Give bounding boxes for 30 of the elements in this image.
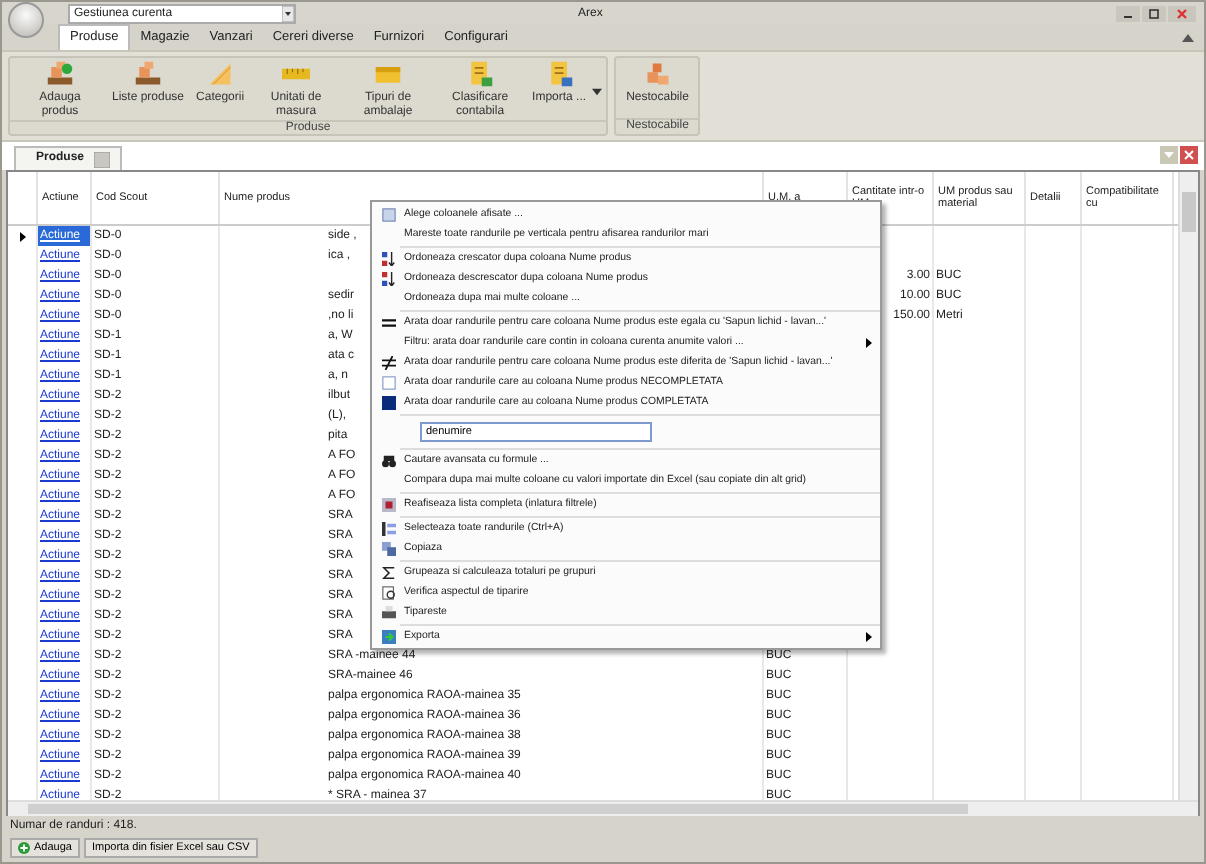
filled-square-icon	[381, 395, 395, 409]
dropdown-icon	[282, 5, 294, 21]
export-icon	[381, 629, 395, 643]
equals-icon	[381, 315, 395, 329]
boxes-icon	[132, 60, 165, 88]
sigma-icon	[381, 565, 395, 579]
vertical-scrollbar[interactable]	[1178, 172, 1198, 800]
current-row-icon	[19, 231, 25, 241]
add-icon	[18, 842, 30, 854]
collapse-icon[interactable]	[1182, 34, 1194, 42]
reset-filter-icon	[381, 497, 395, 511]
empty-square-icon	[381, 375, 395, 389]
minimize-icon[interactable]	[1116, 5, 1140, 21]
submenu-arrow-icon	[866, 337, 872, 347]
printer-icon	[381, 605, 395, 619]
columns-icon	[381, 207, 395, 221]
ruler-triangle-icon	[204, 60, 237, 88]
not-equal-icon	[381, 355, 395, 369]
maximize-icon[interactable]	[1142, 5, 1166, 21]
more-icon[interactable]	[592, 88, 603, 96]
horizontal-scrollbar[interactable]	[8, 800, 1198, 816]
sort-ascending-icon	[381, 251, 395, 265]
app-menu-button[interactable]	[8, 2, 44, 37]
copy-icon	[381, 541, 395, 555]
print-preview-icon	[381, 585, 395, 599]
binoculars-icon	[381, 453, 395, 467]
select-all-icon	[381, 521, 395, 535]
add-box-icon	[44, 60, 76, 88]
submenu-arrow-icon	[866, 631, 872, 641]
sort-descending-icon	[381, 271, 395, 285]
